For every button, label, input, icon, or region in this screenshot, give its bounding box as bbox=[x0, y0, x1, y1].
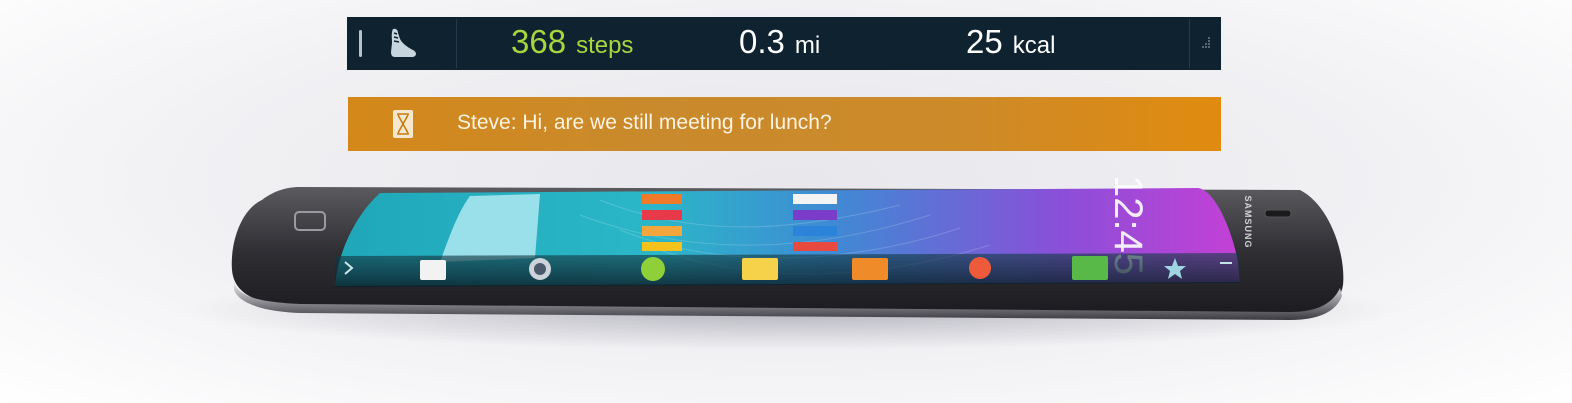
email-icon[interactable] bbox=[742, 258, 778, 280]
contacts-icon[interactable] bbox=[852, 258, 888, 280]
brand-logo: SAMSUNG bbox=[1243, 195, 1253, 248]
gallery-icon[interactable] bbox=[641, 257, 665, 281]
music-icon[interactable] bbox=[969, 257, 991, 279]
minus-icon[interactable] bbox=[1220, 262, 1232, 264]
phone-illustration: 12:45 SAMSUNG bbox=[231, 175, 1344, 320]
phone-icon[interactable] bbox=[1072, 256, 1108, 280]
speaker-grille bbox=[1264, 209, 1292, 218]
play-store-icon[interactable] bbox=[420, 260, 446, 280]
svg-text:SAMSUNG: SAMSUNG bbox=[1243, 195, 1253, 248]
